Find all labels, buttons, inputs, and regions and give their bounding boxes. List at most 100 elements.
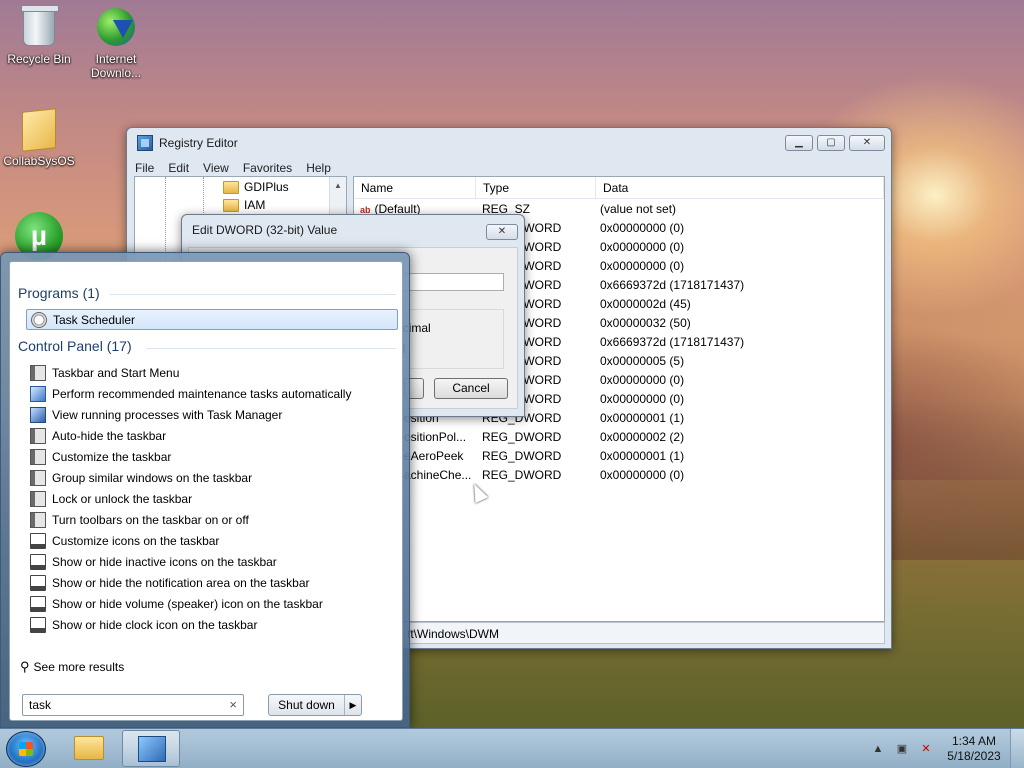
folder-icon (74, 736, 104, 760)
folder-icon (223, 198, 239, 212)
folder-icon (223, 180, 239, 194)
window-title: Registry Editor (159, 136, 238, 150)
tree-item-label: IAM (244, 198, 266, 212)
result-label: Task Scheduler (53, 312, 136, 327)
column-data-header[interactable]: Data (596, 177, 884, 198)
result-label: Auto-hide the taskbar (52, 428, 167, 443)
result-control-panel-item[interactable]: Group similar windows on the taskbar (26, 467, 398, 488)
folder-icon (19, 108, 59, 152)
shut-down-label: Shut down (269, 695, 345, 715)
value-data: 0x00000000 (0) (600, 467, 685, 482)
value-data: 0x00000001 (1) (600, 410, 685, 425)
monitor-icon (30, 553, 46, 570)
shut-down-options-arrow-icon[interactable]: ▶ (345, 695, 361, 715)
result-label: Taskbar and Start Menu (52, 365, 180, 380)
monitor-icon (30, 532, 46, 549)
value-data: 0x00000000 (0) (600, 372, 685, 387)
dialog-title-bar[interactable]: Edit DWORD (32-bit) Value (182, 215, 524, 245)
start-button[interactable] (6, 731, 46, 767)
show-desktop-button[interactable] (1010, 729, 1024, 768)
desktop-icon-recycle-bin[interactable]: Recycle Bin (1, 5, 77, 66)
task-manager-icon (30, 406, 46, 423)
taskbar-explorer-button[interactable] (60, 730, 118, 767)
cancel-button[interactable]: Cancel (434, 378, 508, 399)
programs-heading[interactable]: Programs (1) (18, 285, 100, 301)
tree-item-iam[interactable]: IAM (223, 196, 265, 214)
maintenance-icon (30, 385, 46, 402)
dialog-close-button[interactable]: ✕ (486, 224, 518, 240)
result-control-panel-item[interactable]: Show or hide inactive icons on the taskb… (26, 551, 398, 572)
status-path: ft\Windows\DWM (407, 627, 500, 641)
monitor-icon (30, 595, 46, 612)
value-name-text: eAeroPeek (404, 448, 464, 463)
menu-favorites[interactable]: Favorites (243, 161, 292, 175)
value-data: 0x00000001 (1) (600, 448, 685, 463)
result-control-panel-item[interactable]: Perform recommended maintenance tasks au… (26, 383, 398, 404)
clock-icon (31, 311, 47, 328)
result-control-panel-item[interactable]: Turn toolbars on the taskbar on or off (26, 509, 398, 530)
menu-bar: File Edit View Favorites Help (127, 158, 891, 178)
maximize-button[interactable]: ▢ (817, 135, 845, 151)
registry-value-row[interactable]: ositionPol... REG_DWORD 0x00000002 (2) (354, 427, 884, 446)
shut-down-button[interactable]: Shut down ▶ (268, 694, 362, 716)
value-data: 0x6669372d (1718171437) (600, 334, 745, 349)
system-clock[interactable]: 1:34 AM 5/18/2023 (938, 734, 1010, 764)
result-control-panel-item[interactable]: Show or hide clock icon on the taskbar (26, 614, 398, 635)
value-type: REG_DWORD (482, 429, 562, 444)
result-control-panel-item[interactable]: Customize the taskbar (26, 446, 398, 467)
result-label: Turn toolbars on the taskbar on or off (52, 512, 249, 527)
taskbar: ▲ ▣ ✕ 1:34 AM 5/18/2023 (0, 728, 1024, 768)
show-hidden-icons-icon[interactable]: ▲ (870, 741, 886, 757)
start-menu[interactable]: Programs (1) Task Scheduler Control Pane… (0, 252, 410, 728)
value-data: 0x6669372d (1718171437) (600, 277, 745, 292)
see-more-results-link[interactable]: ⚲ See more results (20, 659, 124, 675)
menu-file[interactable]: File (135, 161, 154, 175)
value-data: 0x00000005 (5) (600, 353, 685, 368)
tree-item-gdiplus[interactable]: GDIPlus (223, 178, 289, 196)
taskbar-registry-editor-button[interactable] (122, 730, 180, 767)
result-control-panel-item[interactable]: Show or hide the notification area on th… (26, 572, 398, 593)
value-name-text: achineChe... (404, 467, 472, 482)
result-control-panel-item[interactable]: Show or hide volume (speaker) icon on th… (26, 593, 398, 614)
menu-view[interactable]: View (203, 161, 229, 175)
network-icon[interactable]: ▣ (894, 741, 910, 757)
value-data: 0x00000000 (0) (600, 220, 685, 235)
value-data: 0x00000000 (0) (600, 239, 685, 254)
taskbar-icon (30, 469, 46, 486)
close-button[interactable]: ✕ (849, 135, 885, 151)
result-control-panel-item[interactable]: Taskbar and Start Menu (26, 362, 398, 383)
desktop-icon-collabsysos[interactable]: CollabSysOS (1, 108, 77, 168)
clear-search-icon[interactable]: × (229, 697, 237, 712)
minimize-button[interactable]: ▁ (785, 135, 813, 151)
result-label: Group similar windows on the taskbar (52, 470, 253, 485)
column-type-header[interactable]: Type (476, 177, 596, 198)
value-data: (value not set) (600, 201, 677, 216)
scroll-up-arrow-icon[interactable]: ▲ (330, 181, 346, 190)
desktop-icon-internet-download[interactable]: Internet Downlo... (78, 8, 154, 80)
result-label: Lock or unlock the taskbar (52, 491, 193, 506)
taskbar-icon (30, 490, 46, 507)
volume-muted-icon[interactable]: ✕ (918, 741, 934, 757)
result-control-panel-item[interactable]: Auto-hide the taskbar (26, 425, 398, 446)
control-panel-heading[interactable]: Control Panel (17) (18, 338, 132, 354)
result-control-panel-item[interactable]: Lock or unlock the taskbar (26, 488, 398, 509)
result-task-scheduler[interactable]: Task Scheduler (26, 309, 398, 330)
registry-value-row[interactable]: eAeroPeek REG_DWORD 0x00000001 (1) (354, 446, 884, 465)
menu-edit[interactable]: Edit (168, 161, 189, 175)
clock-time: 1:34 AM (951, 734, 997, 748)
monitor-icon (30, 574, 46, 591)
desktop-icon-label: Internet Downlo... (90, 52, 142, 80)
recycle-bin-icon (19, 5, 59, 48)
value-data: 0x0000002d (45) (600, 296, 691, 311)
menu-help[interactable]: Help (306, 161, 331, 175)
column-name-header[interactable]: Name (354, 177, 476, 198)
search-input[interactable]: task × (22, 694, 244, 716)
value-name-text: ositionPol... (404, 429, 467, 444)
value-data: 0x00000032 (50) (600, 315, 691, 330)
result-control-panel-item[interactable]: View running processes with Task Manager (26, 404, 398, 425)
list-header: Name Type Data (354, 177, 884, 199)
title-bar[interactable]: Registry Editor (127, 128, 891, 158)
result-control-panel-item[interactable]: Customize icons on the taskbar (26, 530, 398, 551)
taskbar-icon (30, 448, 46, 465)
registry-value-row[interactable]: achineChe... REG_DWORD 0x00000000 (0) (354, 465, 884, 484)
